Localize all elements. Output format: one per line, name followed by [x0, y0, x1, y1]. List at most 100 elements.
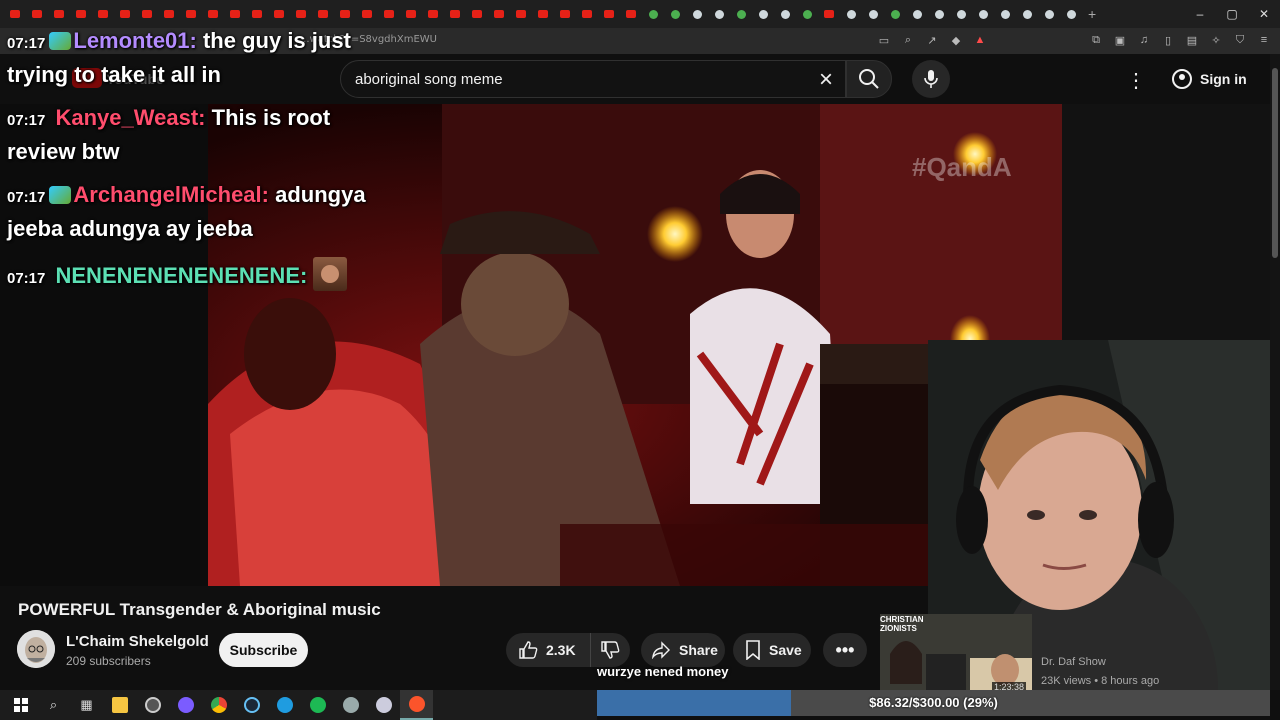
tab[interactable]	[532, 0, 554, 28]
clear-search-icon[interactable]: ×	[819, 66, 833, 94]
app-icon[interactable]	[169, 690, 202, 720]
like-button[interactable]: 2.3K	[506, 633, 591, 667]
chat-message: 07:17 Kanye_Weast: This is root	[7, 101, 330, 138]
screenshot-icon[interactable]: ▣	[1112, 31, 1128, 49]
tab[interactable]	[576, 0, 598, 28]
file-explorer-icon[interactable]	[103, 690, 136, 720]
chrome-icon[interactable]	[202, 690, 235, 720]
tab[interactable]	[400, 0, 422, 28]
tab[interactable]	[752, 0, 774, 28]
sign-in-button[interactable]: Sign in	[1162, 63, 1257, 95]
media-icon[interactable]: ♫	[1136, 31, 1152, 49]
youtube-icon	[76, 10, 86, 18]
tab[interactable]	[488, 0, 510, 28]
maximize-button[interactable]: ▢	[1216, 0, 1248, 28]
tab[interactable]	[796, 0, 818, 28]
youtube-icon	[98, 10, 108, 18]
windows-icon	[13, 698, 28, 712]
account-icon	[1172, 69, 1192, 89]
sidebar-icon[interactable]: ▯	[1160, 31, 1176, 49]
brave-taskbar-icon[interactable]	[400, 690, 433, 720]
app-icon[interactable]	[367, 690, 400, 720]
more-actions-button[interactable]: •••	[823, 633, 867, 667]
brave-rewards-icon[interactable]: ▲	[972, 31, 988, 49]
tab[interactable]	[466, 0, 488, 28]
channel-name[interactable]: L'Chaim Shekelgold	[66, 633, 209, 650]
youtube-icon	[428, 10, 438, 18]
minimize-button[interactable]: –	[1184, 0, 1216, 28]
edge-icon[interactable]	[268, 690, 301, 720]
tab[interactable]	[356, 0, 378, 28]
tab[interactable]	[686, 0, 708, 28]
tab[interactable]	[906, 0, 928, 28]
settings-menu-icon[interactable]: ⋮	[1126, 68, 1146, 93]
app-icon[interactable]	[334, 690, 367, 720]
tab[interactable]	[928, 0, 950, 28]
search-button[interactable]	[846, 60, 892, 98]
tab[interactable]	[774, 0, 796, 28]
search-input[interactable]: aboriginal song meme ×	[340, 60, 846, 98]
scrollbar-thumb[interactable]	[1272, 68, 1278, 258]
leo-icon[interactable]: ✧	[1208, 31, 1224, 49]
share-button[interactable]: Share	[641, 633, 725, 667]
tab[interactable]	[378, 0, 400, 28]
site-icon	[692, 9, 702, 19]
spotify-icon[interactable]	[301, 690, 334, 720]
close-window-button[interactable]: ✕	[1248, 0, 1280, 28]
subscribe-button[interactable]: Subscribe	[219, 633, 308, 667]
new-tab-button[interactable]: +	[1088, 6, 1096, 22]
chat-username: Kanye_Weast:	[55, 105, 206, 130]
microphone-icon	[924, 70, 938, 88]
recommended-channel[interactable]: Dr. Daf Show	[1041, 656, 1106, 668]
tab[interactable]	[884, 0, 906, 28]
tab[interactable]	[862, 0, 884, 28]
tab[interactable]	[598, 0, 620, 28]
brave-shields-icon[interactable]: ◆	[948, 31, 964, 49]
vpn-icon[interactable]: ⛉	[1232, 31, 1248, 49]
site-icon	[1000, 9, 1010, 19]
search-taskbar-icon[interactable]: ⌕	[37, 690, 70, 720]
menu-icon[interactable]: ≡	[1256, 31, 1272, 49]
tab[interactable]	[1060, 0, 1082, 28]
task-view-icon[interactable]: ▦	[70, 690, 103, 720]
video-player[interactable]: #QandA	[0, 104, 1062, 586]
youtube-icon	[274, 10, 284, 18]
site-icon	[846, 9, 856, 19]
tab[interactable]	[1016, 0, 1038, 28]
tab[interactable]	[818, 0, 840, 28]
obs-icon[interactable]	[136, 690, 169, 720]
tab[interactable]	[972, 0, 994, 28]
tab[interactable]	[642, 0, 664, 28]
tab[interactable]	[444, 0, 466, 28]
tab[interactable]	[620, 0, 642, 28]
page-scrollbar[interactable]	[1270, 54, 1280, 690]
zoom-icon[interactable]: ⌕	[900, 31, 916, 49]
site-icon	[868, 9, 878, 19]
tab[interactable]	[554, 0, 576, 28]
chat-message: 07:17 NENENENENENENENE:	[7, 257, 348, 296]
tab[interactable]	[730, 0, 752, 28]
search-query[interactable]: aboriginal song meme	[355, 71, 503, 88]
youtube-icon	[406, 10, 416, 18]
voice-search-button[interactable]	[912, 60, 950, 98]
steam-icon[interactable]	[235, 690, 268, 720]
site-icon	[978, 9, 988, 19]
tab[interactable]	[994, 0, 1016, 28]
extension-icon[interactable]: ⧉	[1088, 31, 1104, 49]
thumbs-up-icon	[519, 641, 538, 659]
share-page-icon[interactable]: ↗	[924, 31, 940, 49]
tab[interactable]	[840, 0, 862, 28]
cast-icon[interactable]: ▭	[876, 31, 892, 49]
tab[interactable]	[664, 0, 686, 28]
channel-avatar[interactable]	[17, 630, 55, 668]
start-button[interactable]	[4, 690, 37, 720]
dislike-button[interactable]	[591, 633, 629, 667]
tab[interactable]	[950, 0, 972, 28]
tab[interactable]	[510, 0, 532, 28]
save-button[interactable]: Save	[733, 633, 811, 667]
tab[interactable]	[708, 0, 730, 28]
tab[interactable]	[422, 0, 444, 28]
thumbs-down-icon	[601, 641, 620, 659]
tab[interactable]	[1038, 0, 1060, 28]
wallet-icon[interactable]: ▤	[1184, 31, 1200, 49]
